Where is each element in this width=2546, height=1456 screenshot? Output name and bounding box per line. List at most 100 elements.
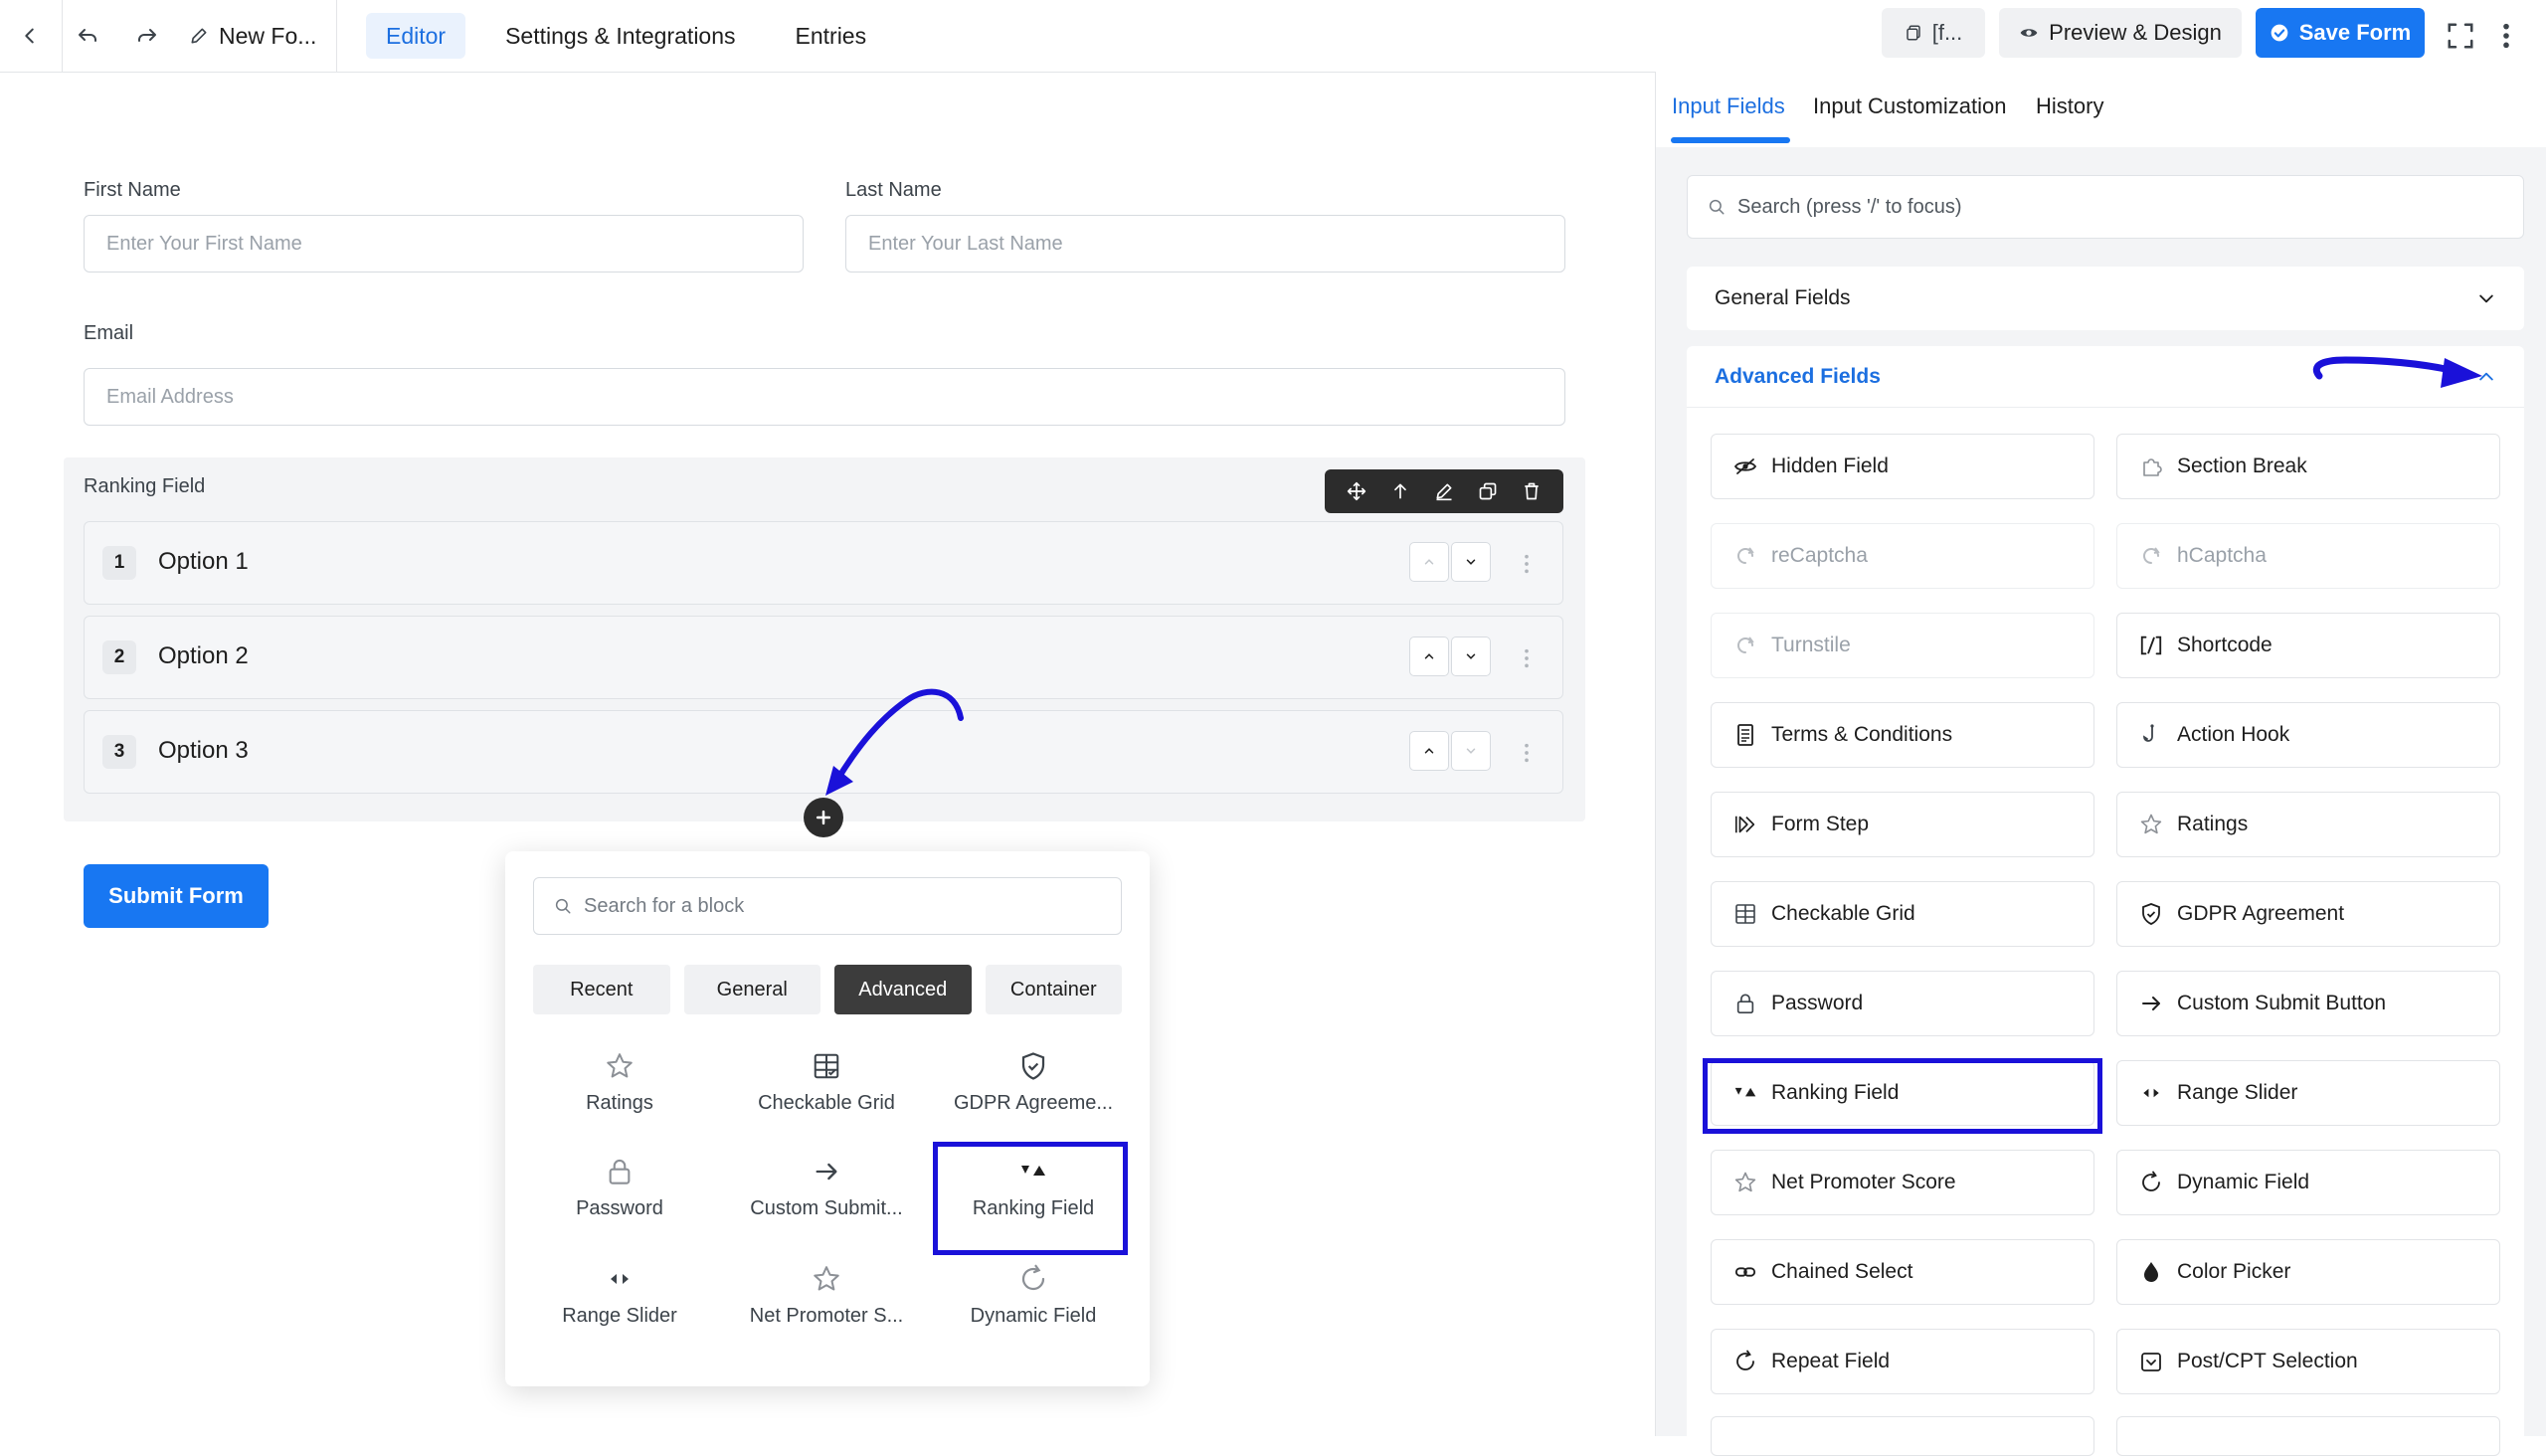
eye-slash-icon [1733,455,1757,478]
field-repeat-field[interactable]: Repeat Field [1711,1329,2094,1394]
field-color-picker[interactable]: Color Picker [2116,1239,2500,1305]
field-label: GDPR Agreement [2177,902,2345,925]
field-form-step[interactable]: Form Step [1711,792,2094,857]
step-icon [1733,813,1757,836]
field-label: reCaptcha [1771,544,1868,567]
field-label: Shortcode [2177,634,2273,656]
move-down-button[interactable] [1451,731,1491,771]
captcha-icon [1733,634,1757,657]
more-vertical-icon[interactable] [2488,18,2524,54]
tab-general[interactable]: General [683,965,820,1014]
block-item-label: GDPR Agreeme... [953,1092,1114,1114]
redo-icon[interactable] [129,18,165,54]
ranking-option-row[interactable]: 1 Option 1 [84,521,1563,605]
tab-advanced[interactable]: Advanced [834,965,972,1014]
field-label: Password [1771,992,1864,1014]
block-item-ratings[interactable]: Ratings [521,1046,718,1146]
field-password[interactable]: Password [1711,971,2094,1036]
duplicate-icon[interactable] [1478,481,1498,501]
tab-input-customization[interactable]: Input Customization [1813,93,2006,119]
range-icon [2139,1081,2163,1105]
field-label: Ratings [2177,813,2249,835]
block-item-label: Custom Submit... [750,1197,903,1219]
shortcode-label: [f... [1931,20,1963,45]
email-input[interactable]: Email Address [84,368,1565,426]
grid-icon [812,1046,841,1086]
field-label: hCaptcha [2177,544,2267,567]
tab-history[interactable]: History [2036,93,2103,119]
tab-input-fields[interactable]: Input Fields [1672,93,1785,119]
field-partial[interactable] [2116,1416,2500,1456]
field-chained-select[interactable]: Chained Select [1711,1239,2094,1305]
block-item-dynamic-field[interactable]: Dynamic Field [935,1259,1132,1359]
block-item-password[interactable]: Password [521,1152,718,1251]
tab-entries[interactable]: Entries [776,13,887,59]
field-gdpr-agreement[interactable]: GDPR Agreement [2116,881,2500,947]
grid-icon [1733,902,1757,926]
edit-icon[interactable] [1434,481,1454,501]
field-custom-submit-button[interactable]: Custom Submit Button [2116,971,2500,1036]
top-bar: New Fo... Editor Settings & Integrations… [0,0,2546,73]
field-action-hook[interactable]: Action Hook [2116,702,2500,768]
field-recaptcha[interactable]: reCaptcha [1711,523,2094,589]
rank-number: 3 [102,735,136,769]
refresh-icon [2139,1171,2163,1194]
block-item-range-slider[interactable]: Range Slider [521,1259,718,1359]
block-item-net-promoter[interactable]: Net Promoter S... [728,1259,925,1359]
shield-icon [1018,1046,1048,1086]
preview-design-button[interactable]: Preview & Design [1999,8,2242,58]
field-section-break[interactable]: Section Break [2116,434,2500,499]
undo-icon[interactable] [70,18,105,54]
field-net-promoter-score[interactable]: Net Promoter Score [1711,1150,2094,1215]
field-search-input[interactable]: Search (press '/' to focus) [1687,175,2524,239]
move-up-button[interactable] [1409,542,1449,582]
move-up-button[interactable] [1409,731,1449,771]
field-shortcode[interactable]: Shortcode [2116,613,2500,678]
submit-form-button[interactable]: Submit Form [84,864,269,928]
option-more-icon[interactable] [1517,735,1537,771]
field-checkable-grid[interactable]: Checkable Grid [1711,881,2094,947]
save-form-button[interactable]: Save Form [2256,8,2425,58]
block-item-custom-submit[interactable]: Custom Submit... [728,1152,925,1251]
back-icon[interactable] [12,18,48,54]
arrow-up-icon[interactable] [1390,481,1410,501]
block-item-checkable-grid[interactable]: Checkable Grid [728,1046,925,1146]
general-fields-header[interactable]: General Fields [1687,267,2524,330]
block-item-gdpr[interactable]: GDPR Agreeme... [935,1046,1132,1146]
move-icon[interactable] [1347,481,1366,501]
first-name-input[interactable]: Enter Your First Name [84,215,804,273]
tab-settings-integrations[interactable]: Settings & Integrations [485,13,755,59]
last-name-input[interactable]: Enter Your Last Name [845,215,1565,273]
field-ratings[interactable]: Ratings [2116,792,2500,857]
field-partial[interactable] [1711,1416,2094,1456]
trash-icon[interactable] [1522,481,1542,501]
block-item-label: Net Promoter S... [749,1305,904,1327]
star-icon [812,1259,841,1299]
tab-recent[interactable]: Recent [533,965,670,1014]
move-up-button[interactable] [1409,637,1449,676]
field-post-cpt-selection[interactable]: Post/CPT Selection [2116,1329,2500,1394]
field-terms-conditions[interactable]: Terms & Conditions [1711,702,2094,768]
tab-editor[interactable]: Editor [366,13,466,59]
block-search-input[interactable]: Search for a block [533,877,1122,935]
option-more-icon[interactable] [1517,546,1537,582]
move-down-button[interactable] [1451,542,1491,582]
rank-number: 2 [102,640,136,674]
shortcode-button[interactable]: [f... [1882,8,1985,58]
field-label: Chained Select [1771,1260,1913,1283]
block-item-label: Checkable Grid [758,1092,895,1114]
fullscreen-icon[interactable] [2443,18,2478,54]
field-hidden-field[interactable]: Hidden Field [1711,434,2094,499]
field-label: Repeat Field [1771,1350,1891,1372]
field-hcaptcha[interactable]: hCaptcha [2116,523,2500,589]
field-turnstile[interactable]: Turnstile [1711,613,2094,678]
move-down-button[interactable] [1451,637,1491,676]
field-range-slider[interactable]: Range Slider [2116,1060,2500,1126]
option-more-icon[interactable] [1517,640,1537,676]
form-name-text: New Fo... [219,22,317,49]
form-name[interactable]: New Fo... [189,18,316,54]
puzzle-icon [2139,455,2163,478]
tab-container[interactable]: Container [985,965,1122,1014]
block-item-label: Password [576,1197,663,1219]
field-dynamic-field[interactable]: Dynamic Field [2116,1150,2500,1215]
